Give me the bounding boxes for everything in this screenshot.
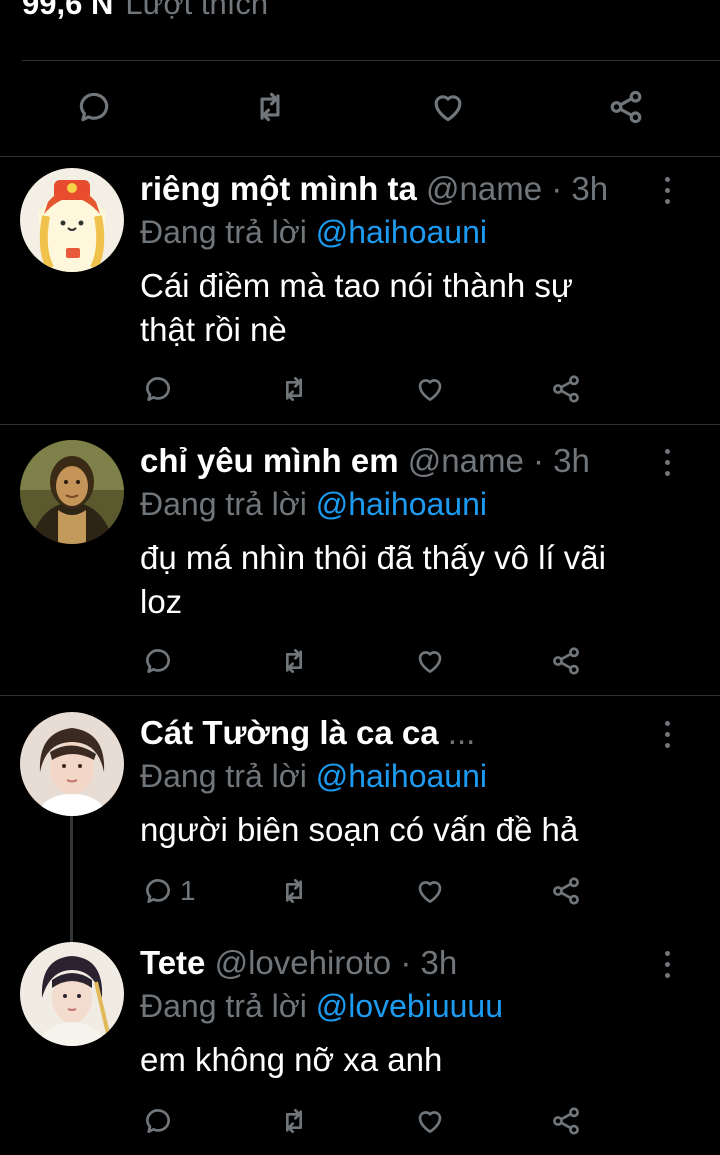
likes-count: 99,6 N	[22, 0, 114, 21]
tweet-text: Cái điềm mà tao nói thành sự thật rồi nè	[140, 264, 680, 352]
tweet-text-line: Cái điềm mà tao nói thành sự	[140, 267, 573, 304]
tweet-text-line: thật rồi nè	[140, 311, 287, 348]
reply-icon[interactable]	[136, 639, 180, 683]
tweet-text: em không nỡ xa anh	[140, 1038, 680, 1082]
divider	[0, 695, 720, 696]
truncated-handle: ...	[447, 714, 476, 751]
reply-icon[interactable]	[72, 85, 116, 129]
user-handle[interactable]: @lovehiroto	[215, 944, 392, 981]
tweet-text-line: em không nỡ xa anh	[140, 1041, 443, 1078]
replying-to-line: Đang trả lời @haihoauni	[140, 214, 487, 251]
share-icon[interactable]	[544, 1099, 588, 1143]
timestamp[interactable]: 3h	[421, 944, 458, 981]
display-name[interactable]: chỉ yêu mình em	[140, 442, 399, 479]
display-name[interactable]: riêng một mình ta	[140, 170, 417, 207]
replying-to-handle[interactable]: @haihoauni	[316, 214, 487, 250]
likes-summary[interactable]: 99,6 N Lượt thích	[22, 0, 268, 22]
likes-label: Lượt thích	[125, 0, 269, 21]
tweet-text-line: loz	[140, 583, 183, 620]
avatar[interactable]	[20, 440, 124, 544]
avatar[interactable]	[20, 168, 124, 272]
like-icon[interactable]	[408, 869, 452, 913]
tweet-text-line: người biên soạn có vấn đề hả	[140, 811, 579, 848]
replying-to-line: Đang trả lời @lovebiuuuu	[140, 988, 503, 1025]
replying-to-prefix: Đang trả lời	[140, 214, 307, 250]
retweet-icon[interactable]	[272, 869, 316, 913]
replying-to-prefix: Đang trả lời	[140, 486, 307, 522]
reply-count: 1	[180, 875, 196, 906]
user-handle[interactable]: @name	[426, 170, 542, 207]
divider	[22, 60, 720, 61]
replying-to-prefix: Đang trả lời	[140, 758, 307, 794]
more-options-icon[interactable]	[652, 714, 682, 754]
retweet-icon[interactable]	[272, 1099, 316, 1143]
retweet-icon[interactable]	[248, 85, 292, 129]
tweet-header: riêng một mình ta @name · 3h	[140, 170, 608, 208]
divider	[0, 424, 720, 425]
replying-to-line: Đang trả lời @haihoauni	[140, 486, 487, 523]
separator-dot: ·	[391, 944, 421, 981]
display-name[interactable]: Tete	[140, 944, 205, 981]
replying-to-handle[interactable]: @haihoauni	[316, 486, 487, 522]
thread-connector	[70, 816, 73, 944]
reply-icon[interactable]	[136, 1099, 180, 1143]
replying-to-handle[interactable]: @haihoauni	[316, 758, 487, 794]
share-icon[interactable]	[604, 85, 648, 129]
more-options-icon[interactable]	[652, 442, 682, 482]
replying-to-prefix: Đang trả lời	[140, 988, 307, 1024]
share-icon[interactable]	[544, 367, 588, 411]
tweet-text-line: đụ má nhìn thôi đã thấy vô lí vãi	[140, 539, 606, 576]
avatar[interactable]	[20, 942, 124, 1046]
like-icon[interactable]	[408, 639, 452, 683]
more-options-icon[interactable]	[652, 944, 682, 984]
like-icon[interactable]	[408, 1099, 452, 1143]
like-icon[interactable]	[426, 85, 470, 129]
tweet-header: Cát Tường là ca ca ...	[140, 714, 475, 752]
separator-dot: ·	[523, 442, 554, 479]
retweet-icon[interactable]	[272, 639, 316, 683]
user-handle[interactable]: @name	[408, 442, 524, 479]
reply-icon[interactable]	[136, 367, 180, 411]
reply-icon[interactable]	[136, 869, 180, 913]
tweet-text: đụ má nhìn thôi đã thấy vô lí vãi loz	[140, 536, 680, 624]
tweet-header: chỉ yêu mình em @name · 3h	[140, 442, 590, 480]
separator-dot: ·	[542, 170, 572, 207]
share-icon[interactable]	[544, 869, 588, 913]
timestamp[interactable]: 3h	[571, 170, 608, 207]
divider	[0, 156, 720, 157]
retweet-icon[interactable]	[272, 367, 316, 411]
display-name[interactable]: Cát Tường là ca ca	[140, 714, 439, 751]
tweet-header: Tete @lovehiroto · 3h	[140, 944, 457, 982]
more-options-icon[interactable]	[652, 170, 682, 210]
replying-to-line: Đang trả lời @haihoauni	[140, 758, 487, 795]
avatar[interactable]	[20, 712, 124, 816]
replying-to-handle[interactable]: @lovebiuuuu	[316, 988, 503, 1024]
timestamp[interactable]: 3h	[553, 442, 590, 479]
share-icon[interactable]	[544, 639, 588, 683]
like-icon[interactable]	[408, 367, 452, 411]
tweet-text: người biên soạn có vấn đề hả	[140, 808, 680, 852]
